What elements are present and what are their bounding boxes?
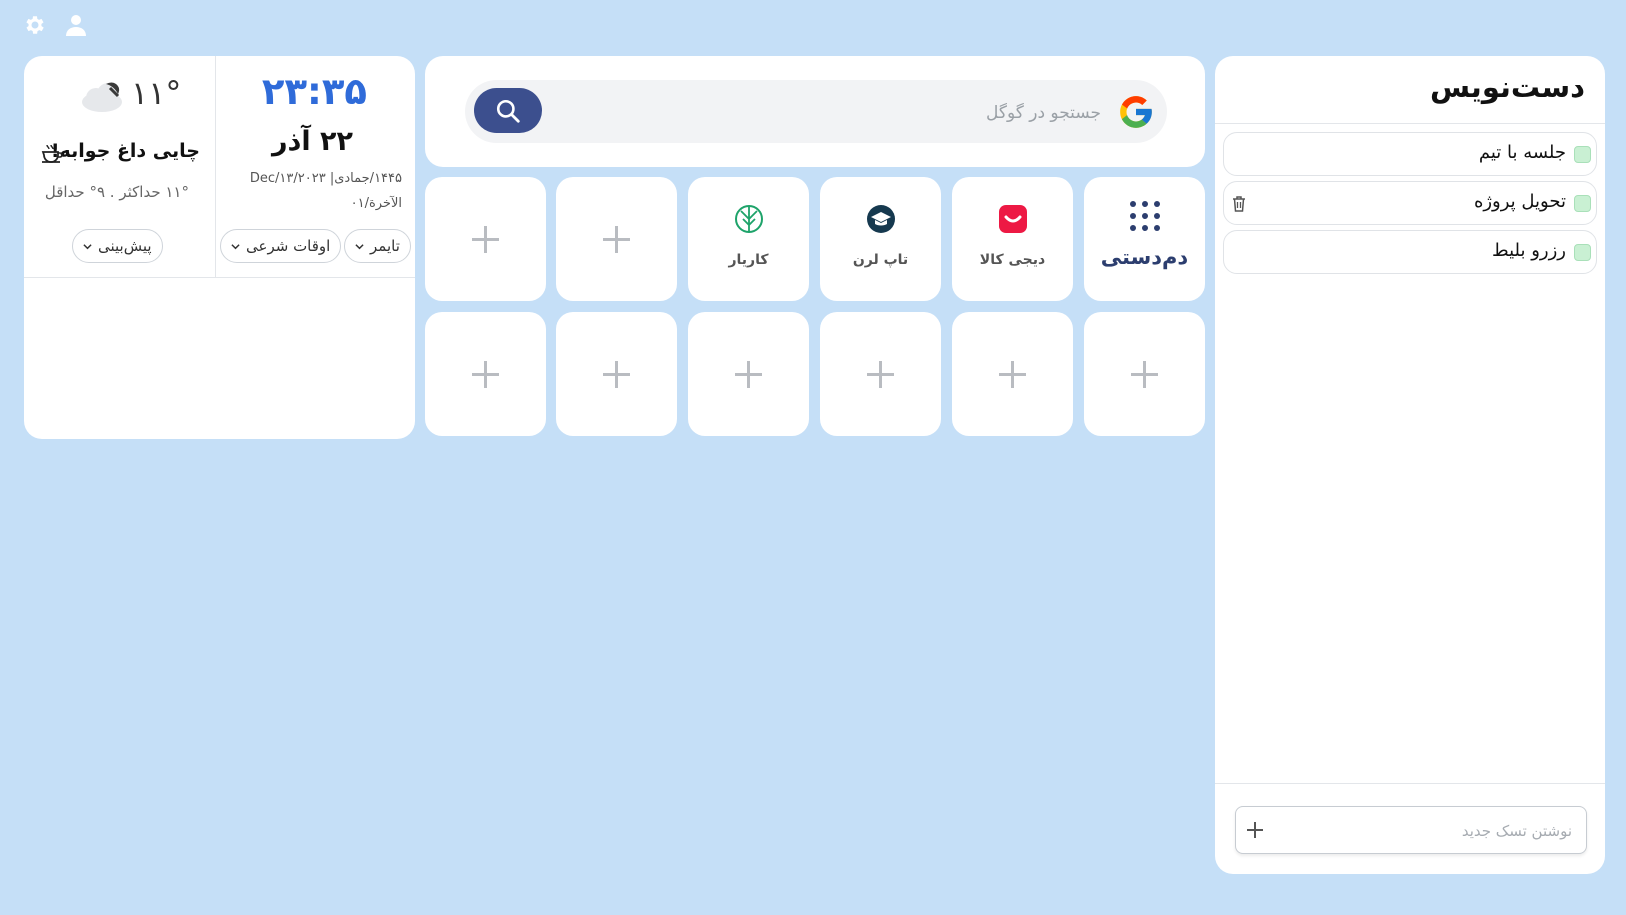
add-shortcut-tile[interactable] — [688, 312, 809, 436]
google-icon — [1120, 96, 1152, 128]
cloud-moon-icon — [82, 82, 122, 112]
divider — [24, 277, 415, 278]
search-button[interactable] — [474, 88, 542, 133]
timer-pill[interactable]: تایمر — [344, 229, 411, 263]
tile-label: دم‌دستی — [1100, 245, 1189, 269]
gear-icon[interactable] — [23, 13, 47, 37]
add-shortcut-tile[interactable] — [952, 312, 1073, 436]
task-checkbox[interactable] — [1574, 244, 1591, 261]
task-checkbox[interactable] — [1574, 146, 1591, 163]
info-card: ۲۳:۳۵ ۲۲ آذر ۱۴۴۵/جمادی| ۲۰۲۳/Dec/۱۳ الآ… — [24, 56, 415, 439]
hijri-gregorian-date: ۱۴۴۵/جمادی| ۲۰۲۳/Dec/۱۳ — [249, 171, 402, 186]
new-task-input[interactable] — [1280, 815, 1574, 847]
weather-message: چایی داغ جوابه! — [51, 140, 200, 162]
notes-title: دست‌نویس — [1429, 70, 1585, 104]
clock: ۲۳:۳۵ — [261, 70, 367, 113]
karyar-icon — [735, 205, 763, 233]
weather-message-text: چایی داغ جوابه! — [50, 140, 200, 162]
plus-icon — [603, 226, 630, 253]
task-item: تحویل پروژه — [1223, 181, 1597, 225]
plus-icon — [472, 361, 499, 388]
add-shortcut-tile[interactable] — [556, 312, 677, 436]
digikala-icon — [999, 205, 1027, 233]
tile-label: تاپ لرن — [852, 252, 909, 268]
divider — [1215, 783, 1605, 784]
persian-date: ۲۲ آذر — [271, 126, 353, 157]
task-checkbox[interactable] — [1574, 195, 1591, 212]
chevron-down-icon — [83, 243, 92, 249]
task-label: تحویل پروژه — [1473, 191, 1566, 212]
user-icon[interactable] — [64, 13, 88, 37]
shortcut-tile-karyar[interactable]: کاریار — [688, 177, 809, 301]
tile-label: دیجی کالا — [979, 252, 1046, 268]
toplearn-icon — [867, 205, 895, 233]
add-shortcut-tile[interactable] — [556, 177, 677, 301]
task-item: رزرو بلیط — [1223, 230, 1597, 274]
notes-panel: دست‌نویس جلسه با تیم تحویل پروژه رزرو بل… — [1215, 56, 1605, 874]
task-item: جلسه با تیم — [1223, 132, 1597, 176]
shortcut-tile-toplearn[interactable]: تاپ لرن — [820, 177, 941, 301]
plus-icon — [867, 361, 894, 388]
task-label: رزرو بلیط — [1492, 240, 1566, 261]
chevron-down-icon — [355, 243, 364, 249]
plus-icon — [603, 361, 630, 388]
hijri-date-cont: الآخرة/۰۱ — [350, 196, 402, 211]
forecast-pill[interactable]: پیش‌بینی — [72, 229, 163, 263]
temperature: ۱۱° — [131, 74, 182, 112]
plus-icon — [999, 361, 1026, 388]
task-label: جلسه با تیم — [1478, 142, 1566, 163]
add-task-button[interactable] — [1244, 819, 1266, 841]
tile-label: کاریار — [728, 252, 769, 268]
tea-cup-icon — [41, 144, 63, 163]
plus-icon — [735, 361, 762, 388]
plus-icon — [1131, 361, 1158, 388]
prayer-times-label: اوقات شرعی — [246, 237, 331, 255]
grid-dots-icon — [1130, 201, 1160, 231]
search-card — [425, 56, 1205, 167]
prayer-times-pill[interactable]: اوقات شرعی — [220, 229, 342, 263]
divider — [215, 56, 216, 278]
min-max-temperature: ۱۱° حداکثر . ۹° حداقل — [44, 183, 189, 201]
new-task-box — [1235, 806, 1587, 854]
search-icon — [496, 99, 520, 123]
add-shortcut-tile[interactable] — [425, 312, 546, 436]
add-shortcut-tile[interactable] — [1084, 312, 1205, 436]
forecast-label: پیش‌بینی — [98, 237, 152, 255]
shortcut-tile-digikala[interactable]: دیجی کالا — [952, 177, 1073, 301]
search-bar — [465, 80, 1167, 143]
divider — [1215, 123, 1605, 124]
trash-icon[interactable] — [1231, 195, 1247, 213]
add-shortcut-tile[interactable] — [820, 312, 941, 436]
shortcut-tile-damdasti[interactable]: دم‌دستی — [1084, 177, 1205, 301]
plus-icon — [472, 226, 499, 253]
timer-label: تایمر — [370, 237, 400, 255]
search-input[interactable] — [539, 92, 1103, 134]
chevron-down-icon — [231, 243, 240, 249]
add-shortcut-tile[interactable] — [425, 177, 546, 301]
